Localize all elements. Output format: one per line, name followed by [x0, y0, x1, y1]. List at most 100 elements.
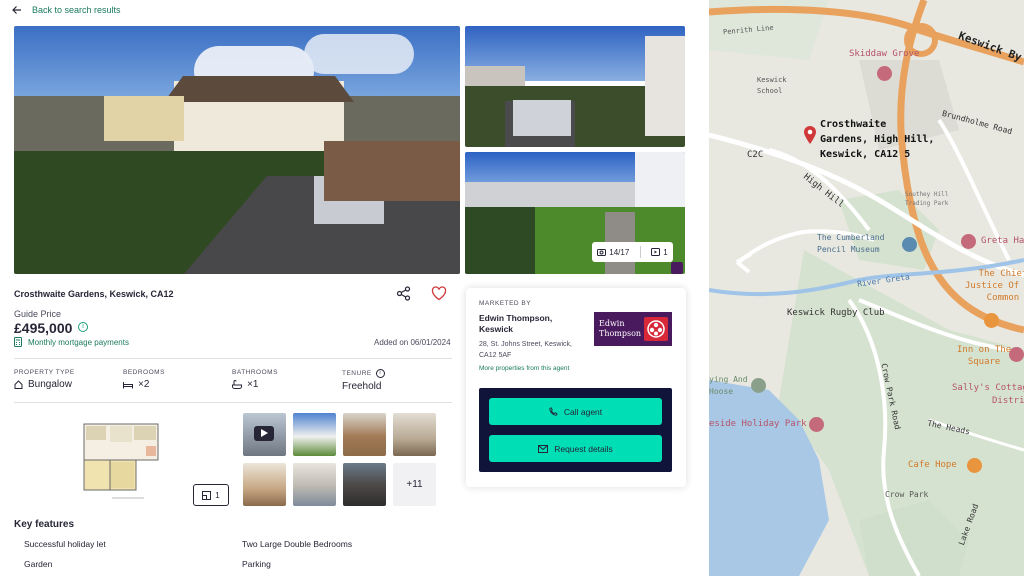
agent-logo-text: Thompson	[599, 329, 642, 338]
park-icon[interactable]	[751, 378, 766, 393]
map-label: Southey Hill Trading Park	[905, 190, 948, 208]
hotel-icon[interactable]	[1009, 347, 1024, 362]
play-icon	[254, 426, 274, 441]
map-pin-label-line: Gardens, High Hill,	[820, 134, 935, 145]
house-icon	[14, 380, 23, 389]
thumbnail-video[interactable]	[243, 413, 286, 456]
hotel-icon[interactable]	[877, 66, 892, 81]
hotel-icon[interactable]	[809, 417, 824, 432]
thumbnail-photo[interactable]	[293, 463, 336, 506]
property-address: Crosthwaite Gardens, Keswick, CA12	[14, 289, 174, 299]
map-label-line: Justice Of The	[965, 281, 1024, 291]
map-label-line: Hoose	[709, 387, 734, 396]
detail-value: Bungalow	[28, 379, 72, 390]
divider	[14, 402, 452, 403]
call-agent-button[interactable]: Call agent	[489, 398, 662, 425]
pub-icon[interactable]	[984, 313, 999, 328]
map-label: C2C	[747, 150, 764, 160]
detail-bedrooms: BEDROOMS ×2	[123, 369, 165, 390]
camera-icon	[597, 249, 607, 256]
key-feature-item: Garden	[24, 559, 53, 569]
photo-counter: 14/17 1	[592, 242, 673, 262]
map-label: Crow Park	[885, 490, 929, 499]
floorplan-icon	[202, 490, 212, 500]
map-label: Cafe Hope	[908, 460, 957, 470]
detail-property-type: PROPERTY TYPE Bungalow	[14, 369, 75, 390]
floorplan-button[interactable]: 1	[193, 484, 229, 506]
map-label-line: Southey Hill	[905, 191, 949, 198]
thumbnail-photo[interactable]	[393, 413, 436, 456]
museum-icon[interactable]	[902, 237, 917, 252]
floorplan-count: 1	[215, 490, 220, 500]
thumbnail-photo[interactable]	[293, 413, 336, 456]
map-pin-label-line: Crosthwaite	[820, 119, 887, 130]
map-label: Sally's Cottages - La Distric	[952, 382, 1024, 408]
agent-contact-panel: Call agent Request details	[479, 388, 672, 472]
agent-logo-text: Edwin	[599, 319, 625, 328]
map-pin-label: Crosthwaite Gardens, High Hill, Keswick,…	[820, 117, 934, 162]
agent-address: 28, St. Johns Street, Keswick, CA12 5AF	[479, 341, 572, 359]
phone-icon	[549, 407, 558, 416]
thumbnail-photo[interactable]	[343, 463, 386, 506]
heart-icon[interactable]	[431, 286, 447, 301]
request-details-button[interactable]: Request details	[489, 435, 662, 462]
map-label-line: School	[757, 87, 783, 95]
main-photo[interactable]	[14, 26, 460, 274]
map-label-line: Square	[967, 357, 1001, 367]
key-features-title: Key features	[14, 519, 75, 530]
thumbnail-photo[interactable]	[343, 413, 386, 456]
map-label: The Cumberland Pencil Museum	[817, 232, 884, 256]
bath-icon	[232, 380, 242, 389]
back-link-label: Back to search results	[32, 5, 121, 15]
more-properties-link[interactable]: More properties from this agent	[479, 365, 569, 372]
tenure-info-icon[interactable]: i	[375, 369, 385, 378]
floorplan-image[interactable]	[82, 420, 160, 504]
map-label-line: Common	[986, 293, 1020, 303]
mortgage-link[interactable]: Monthly mortgage payments	[14, 337, 129, 347]
map-label-line: Trading Park	[905, 200, 949, 207]
map-label-line: The Cumberland	[817, 233, 885, 242]
map-label: ying And Hoose	[709, 374, 748, 398]
back-to-search-link[interactable]: Back to search results	[12, 5, 121, 15]
detail-label: PROPERTY TYPE	[14, 369, 75, 376]
call-agent-label: Call agent	[563, 406, 603, 417]
map-label: Skiddaw Grove	[849, 49, 920, 59]
agent-logo[interactable]: Edwin Thompson	[594, 312, 672, 346]
divider	[14, 358, 452, 359]
detail-value: Freehold	[342, 381, 382, 392]
photo-count: 14/17	[609, 247, 630, 257]
info-icon[interactable]: i	[78, 322, 88, 332]
video-count: 1	[663, 247, 668, 257]
arrow-left-icon	[12, 6, 21, 14]
photo-garage[interactable]	[465, 26, 685, 147]
thumbnail-photo[interactable]	[243, 463, 286, 506]
hotel-icon[interactable]	[961, 234, 976, 249]
map-label-line: Keswick	[757, 76, 787, 84]
map[interactable]: Crosthwaite Gardens, High Hill, Keswick,…	[709, 0, 1024, 576]
more-photos-button[interactable]: +11	[393, 463, 436, 506]
marketed-by-label: MARKETED BY	[479, 300, 532, 307]
map-label-line: Inn on The	[957, 345, 1012, 355]
map-label-line: ying And	[709, 375, 748, 384]
detail-label: BATHROOMS	[232, 369, 278, 376]
detail-value: ×2	[138, 379, 150, 390]
share-icon[interactable]	[396, 286, 411, 301]
map-label-line: The Chief	[978, 269, 1024, 279]
mail-icon	[538, 444, 549, 453]
bed-icon	[123, 381, 133, 388]
key-feature-item: Successful holiday let	[24, 539, 106, 549]
detail-value: ×1	[247, 379, 259, 390]
map-label: The Chief Justice Of The Common	[965, 268, 1024, 304]
map-pin-icon[interactable]	[803, 125, 817, 145]
agent-name[interactable]: Edwin Thompson, Keswick	[479, 313, 579, 335]
detail-label: TENURE	[342, 370, 372, 377]
key-feature-item: Two Large Double Bedrooms	[242, 539, 353, 549]
cafe-icon[interactable]	[967, 458, 982, 473]
map-label-line: Sally's Cottages - La	[952, 383, 1024, 393]
map-label-line: Pencil Museum	[817, 245, 880, 254]
key-feature-item: Parking	[242, 559, 271, 569]
price: £495,000	[14, 320, 73, 336]
mortgage-link-label: Monthly mortgage payments	[28, 337, 129, 347]
photo-garden[interactable]: 14/17 1	[465, 152, 685, 274]
detail-label: BEDROOMS	[123, 369, 165, 376]
